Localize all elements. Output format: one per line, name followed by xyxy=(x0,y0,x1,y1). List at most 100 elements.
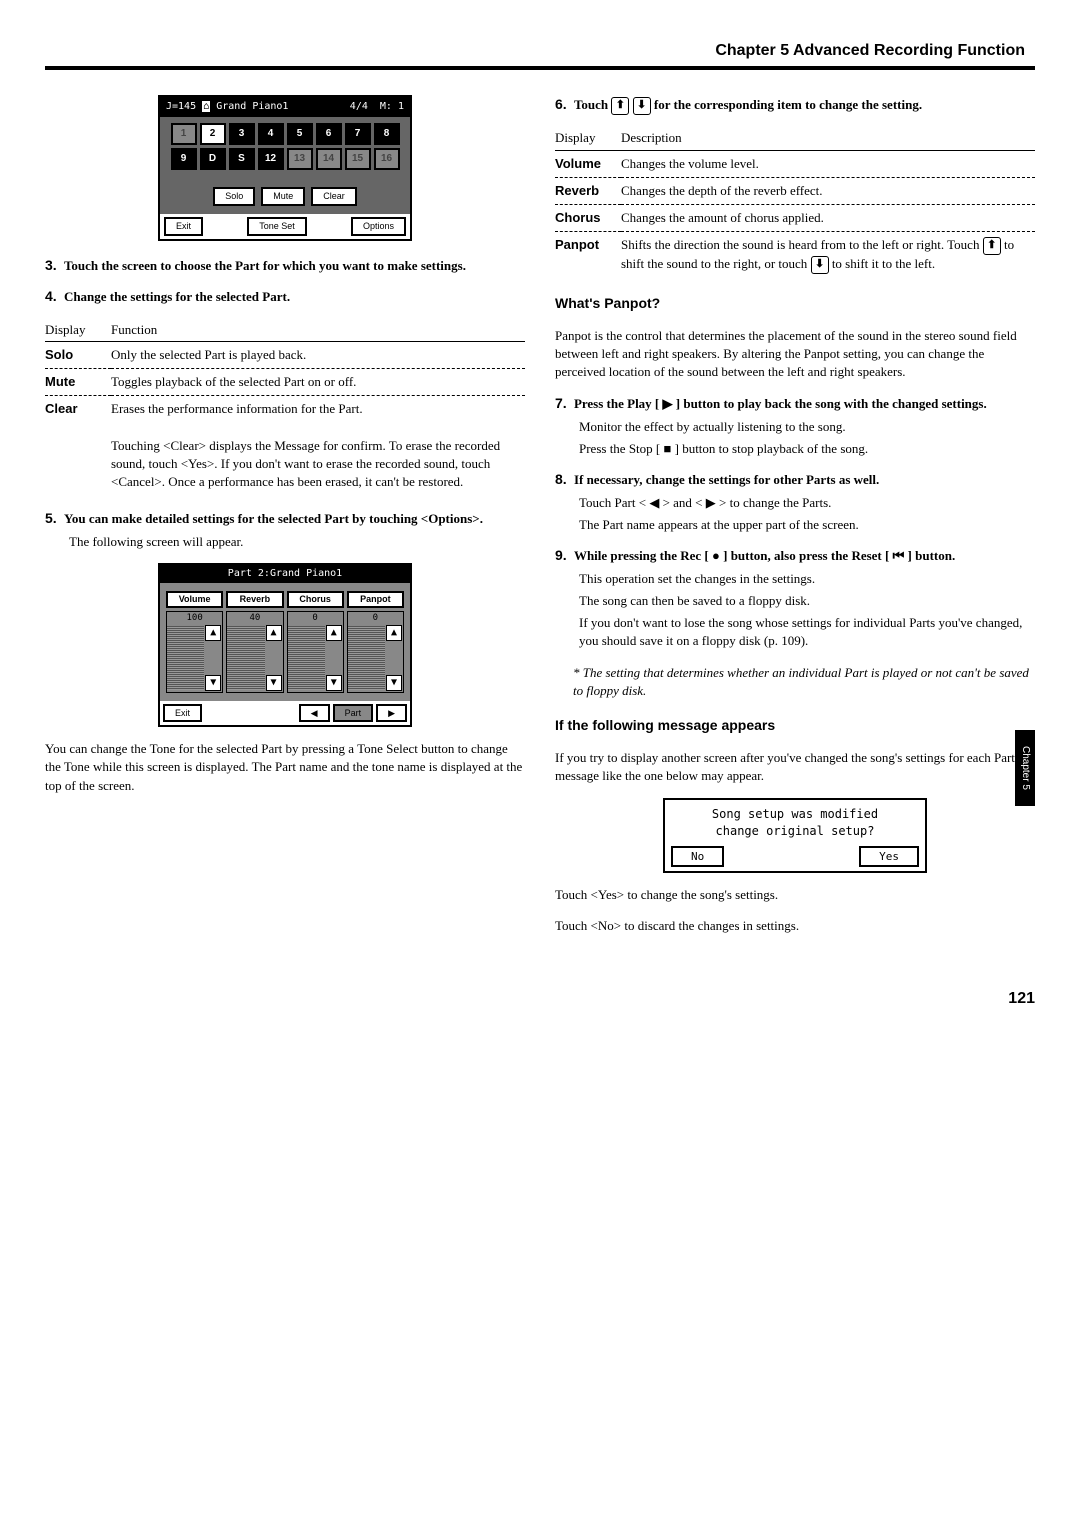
left-arrow-icon: ◀ xyxy=(649,495,659,510)
down-arrow-icon: ⬇ xyxy=(811,256,829,274)
reverb-tab[interactable]: Reverb xyxy=(226,591,283,608)
down-arrow-icon[interactable]: ▼ xyxy=(326,675,342,691)
header-rule xyxy=(45,66,1035,70)
no-button[interactable]: No xyxy=(671,846,724,867)
part-cell[interactable]: 4 xyxy=(258,123,284,145)
up-arrow-icon[interactable]: ▲ xyxy=(386,625,402,641)
left-column: J=145 ⌂ Grand Piano1 4/4 M: 1 1 2 3 4 5 … xyxy=(45,95,525,948)
col-display: Display xyxy=(555,127,621,150)
step-3: 3. Touch the screen to choose the Part f… xyxy=(45,256,525,276)
chapter-header: Chapter 5 Advanced Recording Function xyxy=(45,40,1035,62)
volume-tab[interactable]: Volume xyxy=(166,591,223,608)
exit-button[interactable]: Exit xyxy=(164,217,203,236)
step-number: 9. xyxy=(555,547,567,563)
part-cell[interactable]: 16 xyxy=(374,148,400,170)
part-cell[interactable]: 3 xyxy=(229,123,255,145)
after-msg-yes: Touch <Yes> to change the song's setting… xyxy=(555,886,1035,904)
options-button[interactable]: Options xyxy=(351,217,406,236)
side-tab-chapter: Chapter 5 xyxy=(1015,730,1035,806)
row-solo-key: Solo xyxy=(45,341,111,368)
row-panpot-key: Panpot xyxy=(555,232,621,279)
row-reverb-key: Reverb xyxy=(555,177,621,204)
step-sub: The Part name appears at the upper part … xyxy=(579,516,1035,534)
step-7: 7. Press the Play [ ▶ ] button to play b… xyxy=(555,394,1035,458)
step-number: 7. xyxy=(555,395,567,411)
confirm-dialog: Song setup was modified change original … xyxy=(663,798,927,873)
row-solo-val: Only the selected Part is played back. xyxy=(111,341,525,368)
reset-icon: ⏮ xyxy=(893,548,905,563)
col-function: Function xyxy=(111,319,525,342)
step-sub: Touch Part < ◀ > and < ▶ > to change the… xyxy=(579,494,1035,512)
part-prev-button[interactable]: ◀ xyxy=(299,704,330,723)
up-arrow-icon[interactable]: ▲ xyxy=(326,625,342,641)
step-text: You can make detailed settings for the s… xyxy=(64,511,483,526)
step-sub: This operation set the changes in the se… xyxy=(579,570,1035,588)
part-cell[interactable]: 1 xyxy=(171,123,197,145)
part-cell[interactable]: 12 xyxy=(258,148,284,170)
row-volume-key: Volume xyxy=(555,150,621,177)
dialog-line2: change original setup? xyxy=(669,823,921,840)
row-clear-key: Clear xyxy=(45,396,111,495)
step-number: 5. xyxy=(45,510,57,526)
part-cell[interactable]: 8 xyxy=(374,123,400,145)
row-mute-key: Mute xyxy=(45,369,111,396)
down-arrow-icon[interactable]: ▼ xyxy=(205,675,221,691)
part-cell[interactable]: S xyxy=(229,148,255,170)
tone-set-button[interactable]: Tone Set xyxy=(247,217,307,236)
time-sig: 4/4 xyxy=(350,101,368,112)
down-arrow-icon[interactable]: ▼ xyxy=(266,675,282,691)
footnote: * The setting that determines whether an… xyxy=(573,664,1035,700)
step-sub: The following screen will appear. xyxy=(69,533,525,551)
record-icon: ● xyxy=(712,548,720,563)
part-cell[interactable]: 15 xyxy=(345,148,371,170)
step-4: 4. Change the settings for the selected … xyxy=(45,287,525,307)
row-mute-val: Toggles playback of the selected Part on… xyxy=(111,369,525,396)
up-arrow-icon[interactable]: ▲ xyxy=(266,625,282,641)
panpot-slider[interactable]: 0 ▲▼ xyxy=(347,611,404,693)
row-chorus-key: Chorus xyxy=(555,204,621,231)
step-6: 6. Touch ⬆ ⬇ for the corresponding item … xyxy=(555,95,1035,115)
row-panpot-val: Shifts the direction the sound is heard … xyxy=(621,232,1035,279)
step-sub: The song can then be saved to a floppy d… xyxy=(579,592,1035,610)
volume-slider[interactable]: 100 ▲▼ xyxy=(166,611,223,693)
chorus-tab[interactable]: Chorus xyxy=(287,591,344,608)
col-display: Display xyxy=(45,319,111,342)
measure: M: 1 xyxy=(380,101,404,112)
reverb-slider[interactable]: 40 ▲▼ xyxy=(226,611,283,693)
step-text: Change the settings for the selected Par… xyxy=(64,289,290,304)
message-paragraph: If you try to display another screen aft… xyxy=(555,749,1035,785)
up-arrow-icon[interactable]: ▲ xyxy=(205,625,221,641)
display-description-table: Display Description Volume Changes the v… xyxy=(555,127,1035,278)
part-next-button[interactable]: ▶ xyxy=(376,704,407,723)
panpot-tab[interactable]: Panpot xyxy=(347,591,404,608)
mute-button[interactable]: Mute xyxy=(261,187,305,206)
down-arrow-icon[interactable]: ▼ xyxy=(386,675,402,691)
part-cell[interactable]: 7 xyxy=(345,123,371,145)
right-column: 6. Touch ⬆ ⬇ for the corresponding item … xyxy=(555,95,1035,948)
message-heading: If the following message appears xyxy=(555,716,1035,736)
part-cell[interactable]: 14 xyxy=(316,148,342,170)
track-select-screen: J=145 ⌂ Grand Piano1 4/4 M: 1 1 2 3 4 5 … xyxy=(158,95,412,240)
part-cell[interactable]: 9 xyxy=(171,148,197,170)
right-arrow-icon: ▶ xyxy=(706,495,716,510)
solo-button[interactable]: Solo xyxy=(213,187,255,206)
part-cell[interactable]: 5 xyxy=(287,123,313,145)
part-settings-screen: Part 2:Grand Piano1 Volume Reverb Chorus… xyxy=(158,563,412,727)
chorus-slider[interactable]: 0 ▲▼ xyxy=(287,611,344,693)
step-text: Touch the screen to choose the Part for … xyxy=(64,258,466,273)
part-title: Part 2:Grand Piano1 xyxy=(160,565,410,583)
clear-button[interactable]: Clear xyxy=(311,187,357,206)
up-arrow-icon: ⬆ xyxy=(983,237,1001,255)
yes-button[interactable]: Yes xyxy=(859,846,919,867)
part-cell[interactable]: D xyxy=(200,148,226,170)
row-volume-val: Changes the volume level. xyxy=(621,150,1035,177)
part-cell[interactable]: 6 xyxy=(316,123,342,145)
tone-select-note: You can change the Tone for the selected… xyxy=(45,740,525,795)
part-cell[interactable]: 2 xyxy=(200,123,226,145)
down-arrow-icon: ⬇ xyxy=(633,97,651,115)
exit-button[interactable]: Exit xyxy=(163,704,202,723)
step-number: 6. xyxy=(555,96,567,112)
display-function-table: Display Function Solo Only the selected … xyxy=(45,319,525,496)
part-cell[interactable]: 13 xyxy=(287,148,313,170)
step-text: While pressing the Rec [ ● ] button, als… xyxy=(574,548,955,563)
